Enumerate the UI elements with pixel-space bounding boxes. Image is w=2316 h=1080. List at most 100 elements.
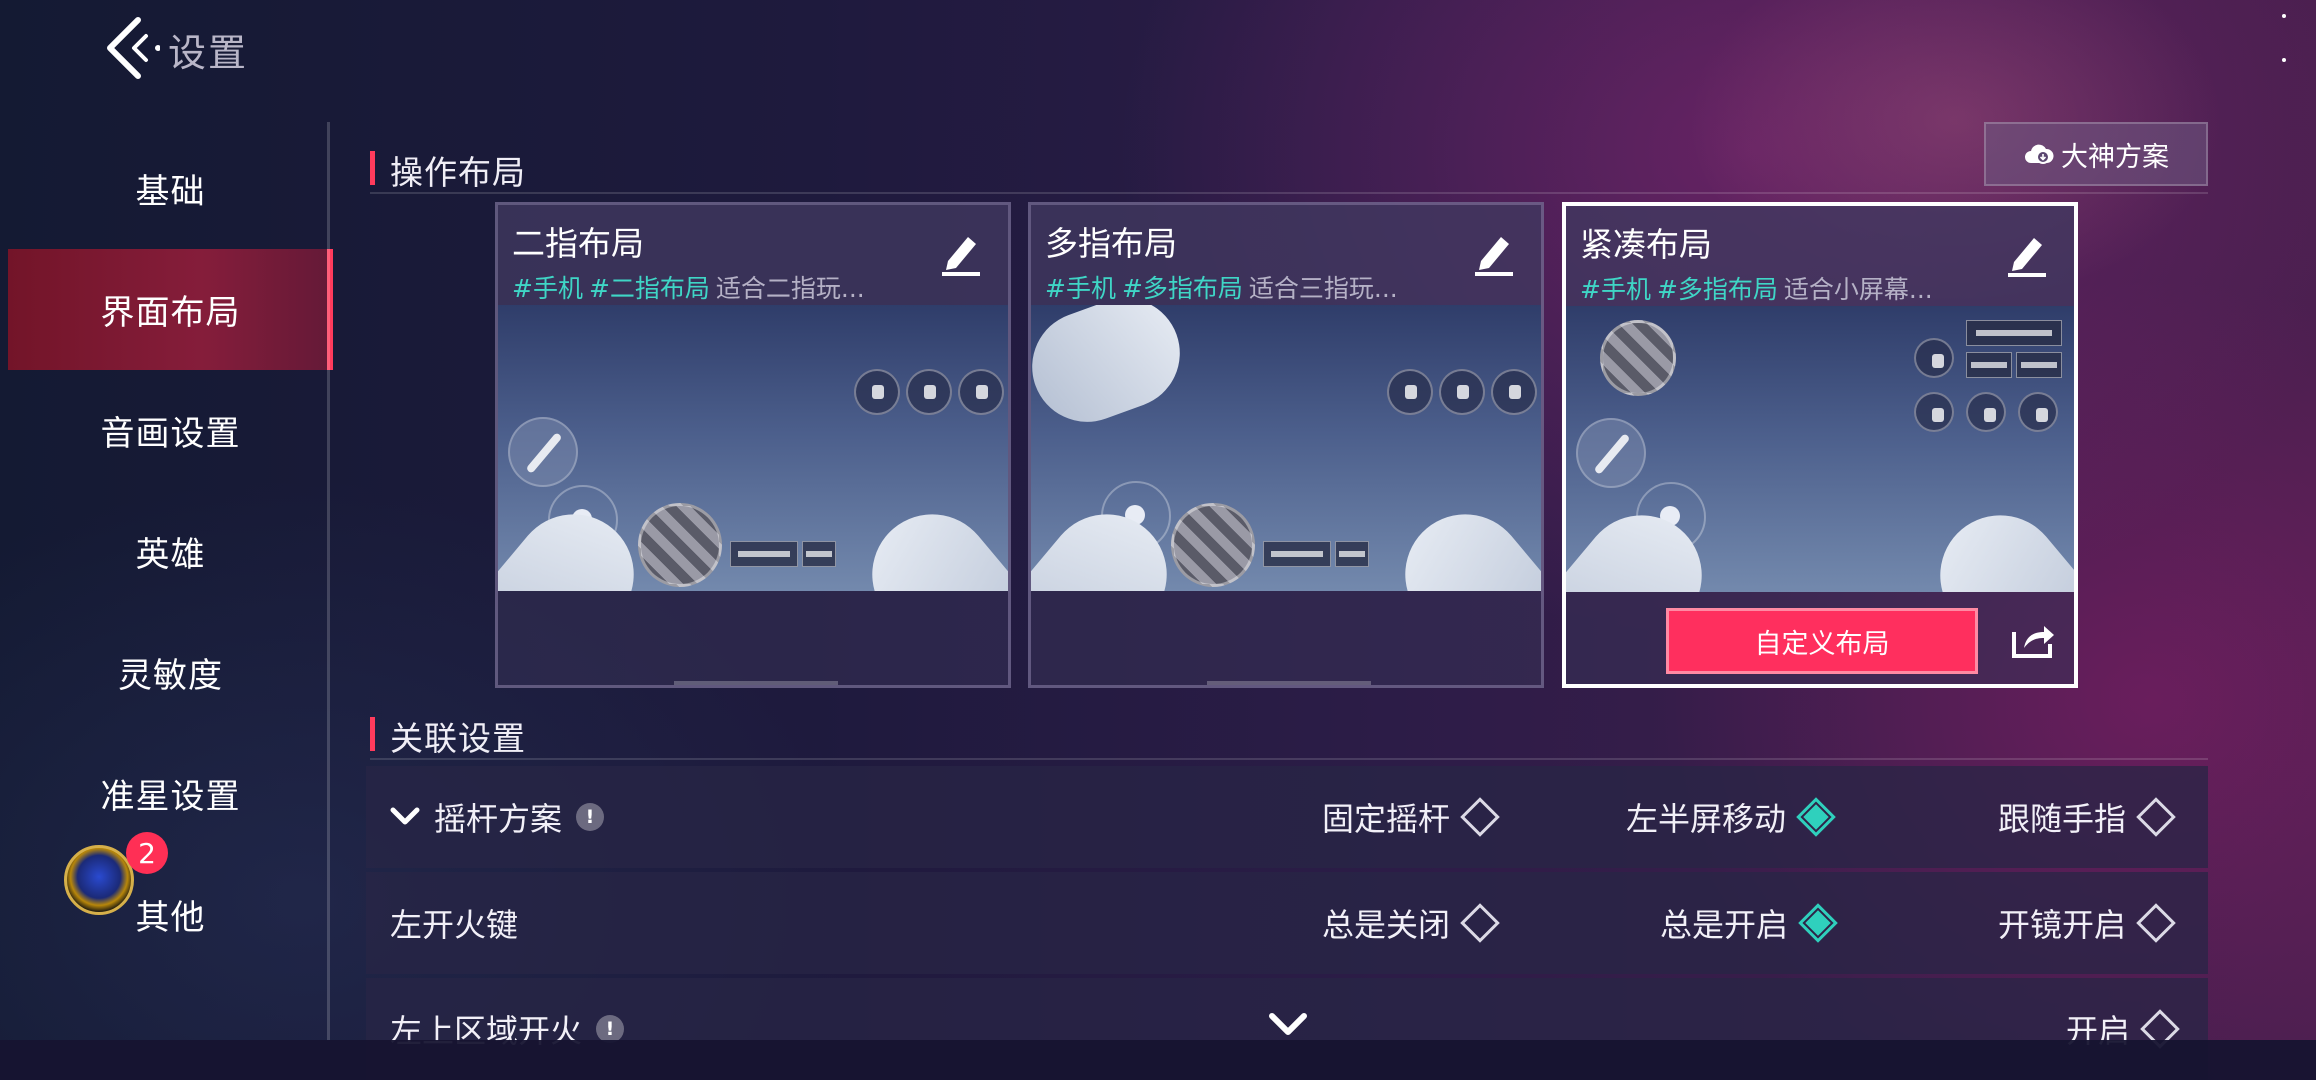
sidebar-item-layout[interactable]: 界面布局	[8, 249, 333, 370]
sidebar-divider	[327, 122, 330, 1040]
option-follow-finger[interactable]: 跟随手指	[1998, 794, 2176, 840]
sidebar-item-other[interactable]: 其他	[8, 854, 333, 975]
sidebar-item-label: 准星设置	[100, 777, 241, 817]
weapon-slot-icon	[1335, 541, 1369, 567]
card-description: 适合小屏幕...	[1783, 275, 1933, 304]
card-header: 二指布局 #手机 #二指布局 适合二指玩...	[498, 205, 1008, 305]
sidebar-item-label: 音画设置	[100, 414, 241, 454]
option-label: 总是开启	[1660, 906, 1789, 944]
card-tags: #手机 #二指布局 适合二指玩...	[512, 269, 932, 305]
sidebar-item-crosshair[interactable]: 准星设置	[8, 733, 333, 854]
hud-button-icon	[854, 369, 900, 415]
weapon-slot-icon	[802, 541, 836, 567]
tag: #手机	[1580, 275, 1651, 304]
row-label-text: 左开火键	[390, 906, 519, 944]
fire-button-icon	[508, 417, 578, 487]
option-always-off[interactable]: 总是关闭	[1322, 900, 1500, 946]
custom-layout-button[interactable]: 自定义布局	[1666, 608, 1978, 674]
fire-button-icon	[1576, 418, 1646, 488]
pro-button-label: 大神方案	[2061, 141, 2169, 173]
option-left-half-move[interactable]: 左半屏移动	[1626, 794, 1836, 840]
weapon-slot-icon	[730, 541, 798, 567]
tag: #多指布局	[1656, 275, 1778, 304]
sidebar-item-sensitivity[interactable]: 灵敏度	[8, 612, 333, 733]
hud-button-icon	[2018, 392, 2058, 432]
weapon-slot-icon	[1263, 541, 1331, 567]
layout-card-multi-finger[interactable]: 多指布局 #手机 #多指布局 适合三指玩...	[1028, 202, 1544, 688]
radio-diamond-selected-icon	[1798, 903, 1838, 943]
card-description: 适合二指玩...	[715, 274, 865, 303]
edit-icon[interactable]	[1471, 227, 1517, 277]
header: 设置	[100, 14, 248, 84]
hud-button-icon	[1491, 369, 1537, 415]
option-label: 开镜开启	[1998, 906, 2127, 944]
minimap-icon	[1171, 503, 1255, 587]
card-tags: #手机 #多指布局 适合小屏幕...	[1580, 270, 2000, 306]
card-footer	[1031, 591, 1541, 685]
row-label-text: 摇杆方案	[434, 800, 563, 838]
sidebar-item-basic[interactable]: 基础	[8, 128, 333, 249]
section-title-related: 关联设置	[370, 712, 526, 760]
layout-preview	[498, 305, 1008, 591]
avatar[interactable]	[64, 845, 134, 915]
card-title: 二指布局	[512, 224, 644, 263]
thumb-graphic	[1915, 490, 2074, 592]
sidebar-item-label: 其他	[135, 898, 206, 938]
section-title-layout: 操作布局	[370, 146, 526, 194]
status-dot	[2282, 58, 2286, 62]
card-tags: #手机 #多指布局 适合三指玩...	[1045, 269, 1465, 305]
weapon-slot-icon	[1966, 320, 2062, 346]
cloud-download-icon	[2025, 144, 2054, 164]
sidebar-item-audio-video[interactable]: 音画设置	[8, 370, 333, 491]
option-label: 固定摇杆	[1322, 800, 1451, 838]
info-icon[interactable]: !	[576, 803, 605, 831]
hud-button-icon	[958, 369, 1004, 415]
card-description: 适合三指玩...	[1248, 274, 1398, 303]
tag: #多指布局	[1121, 274, 1243, 303]
card-title: 紧凑布局	[1580, 225, 1712, 264]
option-scope-on[interactable]: 开镜开启	[1998, 900, 2176, 946]
minimap-icon	[1600, 320, 1676, 396]
tag: #手机	[1045, 274, 1116, 303]
option-always-on[interactable]: 总是开启	[1660, 900, 1838, 946]
weapon-slot-icon	[1966, 352, 2012, 378]
radio-diamond-selected-icon	[1796, 797, 1836, 837]
radio-diamond-icon	[2136, 903, 2176, 943]
sidebar-item-label: 基础	[135, 172, 206, 212]
thumb-graphic	[847, 489, 1008, 591]
share-icon[interactable]	[2010, 618, 2056, 660]
section-divider	[370, 758, 2208, 760]
card-header: 紧凑布局 #手机 #多指布局 适合小屏幕...	[1566, 206, 2074, 306]
edit-icon[interactable]	[938, 227, 984, 277]
option-fixed-joystick[interactable]: 固定摇杆	[1322, 794, 1500, 840]
radio-diamond-icon	[1460, 797, 1500, 837]
card-header: 多指布局 #手机 #多指布局 适合三指玩...	[1031, 205, 1541, 305]
scroll-down-icon[interactable]	[1268, 1010, 1308, 1038]
tag: #二指布局	[588, 274, 710, 303]
info-icon[interactable]: !	[596, 1015, 625, 1043]
card-footer	[498, 591, 1008, 685]
sidebar-item-label: 英雄	[135, 535, 206, 575]
hud-button-icon	[1966, 392, 2006, 432]
section-divider	[370, 192, 2208, 194]
setting-row-joystick: 摇杆方案 ! 固定摇杆 左半屏移动 跟随手指	[366, 766, 2208, 868]
hud-button-icon	[1914, 392, 1954, 432]
card-scrollbar	[674, 681, 838, 685]
minimap-icon	[638, 503, 722, 587]
layout-card-compact[interactable]: 紧凑布局 #手机 #多指布局 适合小屏幕... 自定义布局	[1562, 202, 2078, 688]
chevron-down-icon[interactable]	[390, 806, 420, 828]
pro-layouts-button[interactable]: 大神方案	[1984, 122, 2208, 186]
setting-row-left-fire: 左开火键 总是关闭 总是开启 开镜开启	[366, 872, 2208, 974]
sidebar: 基础 界面布局 音画设置 英雄 灵敏度 准星设置 其他	[8, 128, 333, 975]
bottom-mask	[0, 1040, 2316, 1080]
edit-icon[interactable]	[2004, 228, 2050, 278]
tag: #手机	[512, 274, 583, 303]
layout-card-two-finger[interactable]: 二指布局 #手机 #二指布局 适合二指玩...	[495, 202, 1011, 688]
sidebar-item-hero[interactable]: 英雄	[8, 491, 333, 612]
layout-preview	[1566, 306, 2074, 592]
row-label[interactable]: 摇杆方案 !	[390, 794, 605, 840]
status-dot	[2282, 14, 2286, 18]
option-label: 跟随手指	[1998, 800, 2127, 838]
back-icon[interactable]	[100, 14, 160, 84]
weapon-slot-icon	[2016, 352, 2062, 378]
